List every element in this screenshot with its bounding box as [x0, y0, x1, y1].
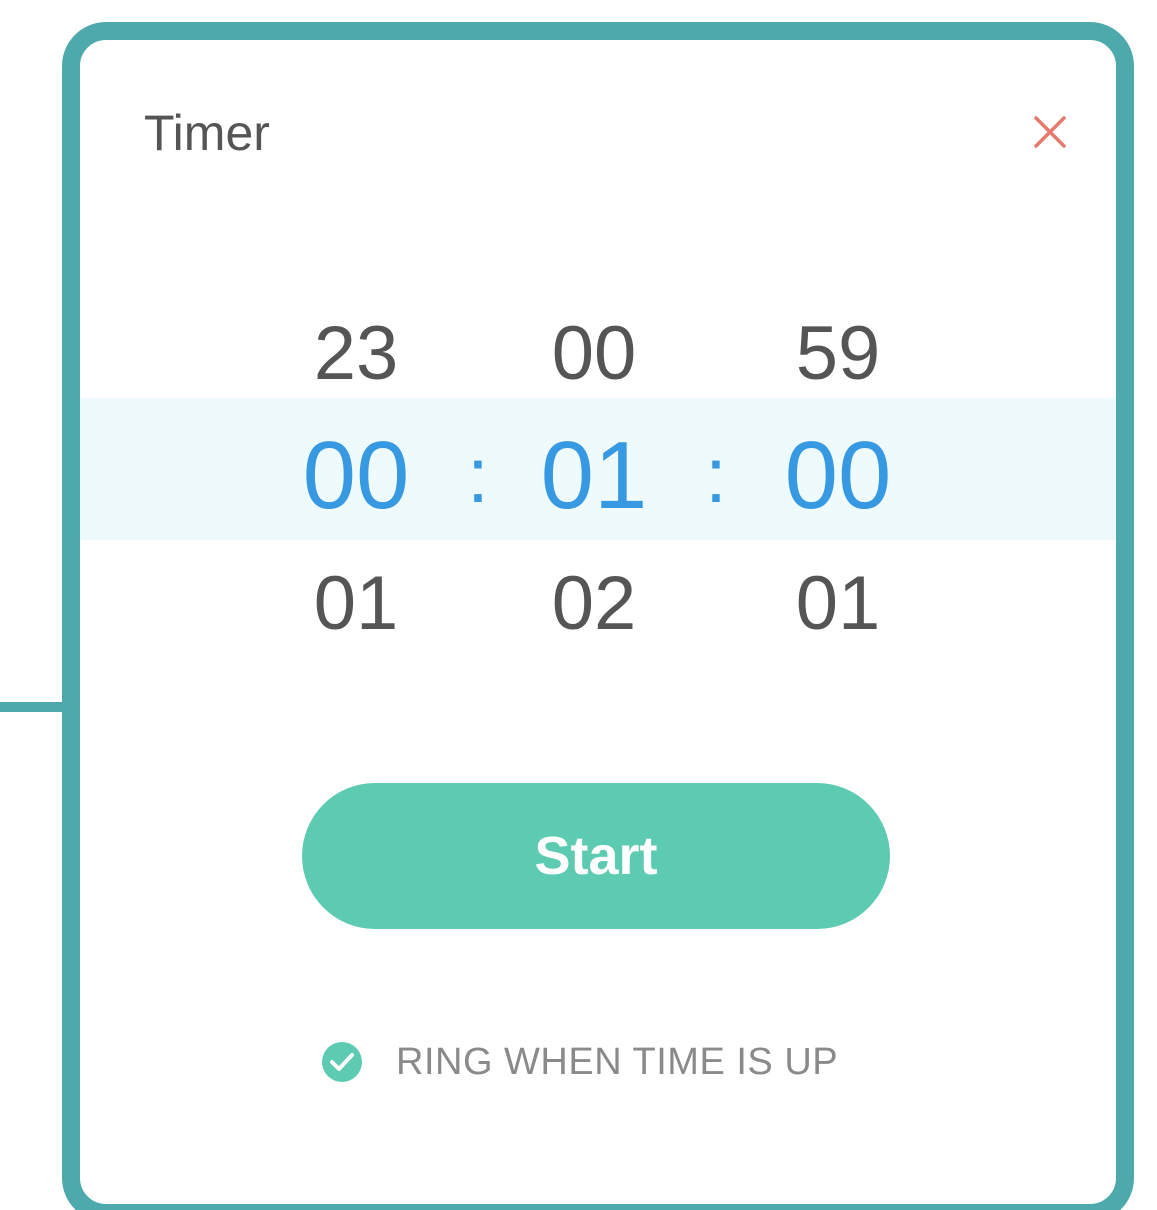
time-separator: :	[467, 431, 489, 519]
minutes-below[interactable]: 02	[514, 566, 674, 642]
seconds-selected[interactable]: 00	[758, 428, 918, 524]
dialog-title: Timer	[144, 105, 270, 161]
close-icon[interactable]	[1028, 110, 1072, 154]
seconds-above[interactable]: 59	[758, 316, 918, 392]
start-button[interactable]: Start	[302, 783, 890, 929]
timer-dialog: Timer 23 00 01 : 00 01 02 : 59 00 01 Sta…	[62, 22, 1134, 1210]
seconds-below[interactable]: 01	[758, 566, 918, 642]
time-separator: :	[705, 431, 727, 519]
hours-selected[interactable]: 00	[276, 428, 436, 524]
hours-below[interactable]: 01	[276, 566, 436, 642]
stage: Timer 23 00 01 : 00 01 02 : 59 00 01 Sta…	[0, 0, 1157, 1210]
minutes-selected[interactable]: 01	[514, 428, 674, 524]
minutes-above[interactable]: 00	[514, 316, 674, 392]
check-circle-icon[interactable]	[320, 1040, 364, 1084]
ring-option-label: RING WHEN TIME IS UP	[396, 1040, 839, 1083]
hours-above[interactable]: 23	[276, 316, 436, 392]
connector-line	[0, 702, 70, 712]
ring-when-up-option[interactable]: RING WHEN TIME IS UP	[320, 1038, 838, 1086]
